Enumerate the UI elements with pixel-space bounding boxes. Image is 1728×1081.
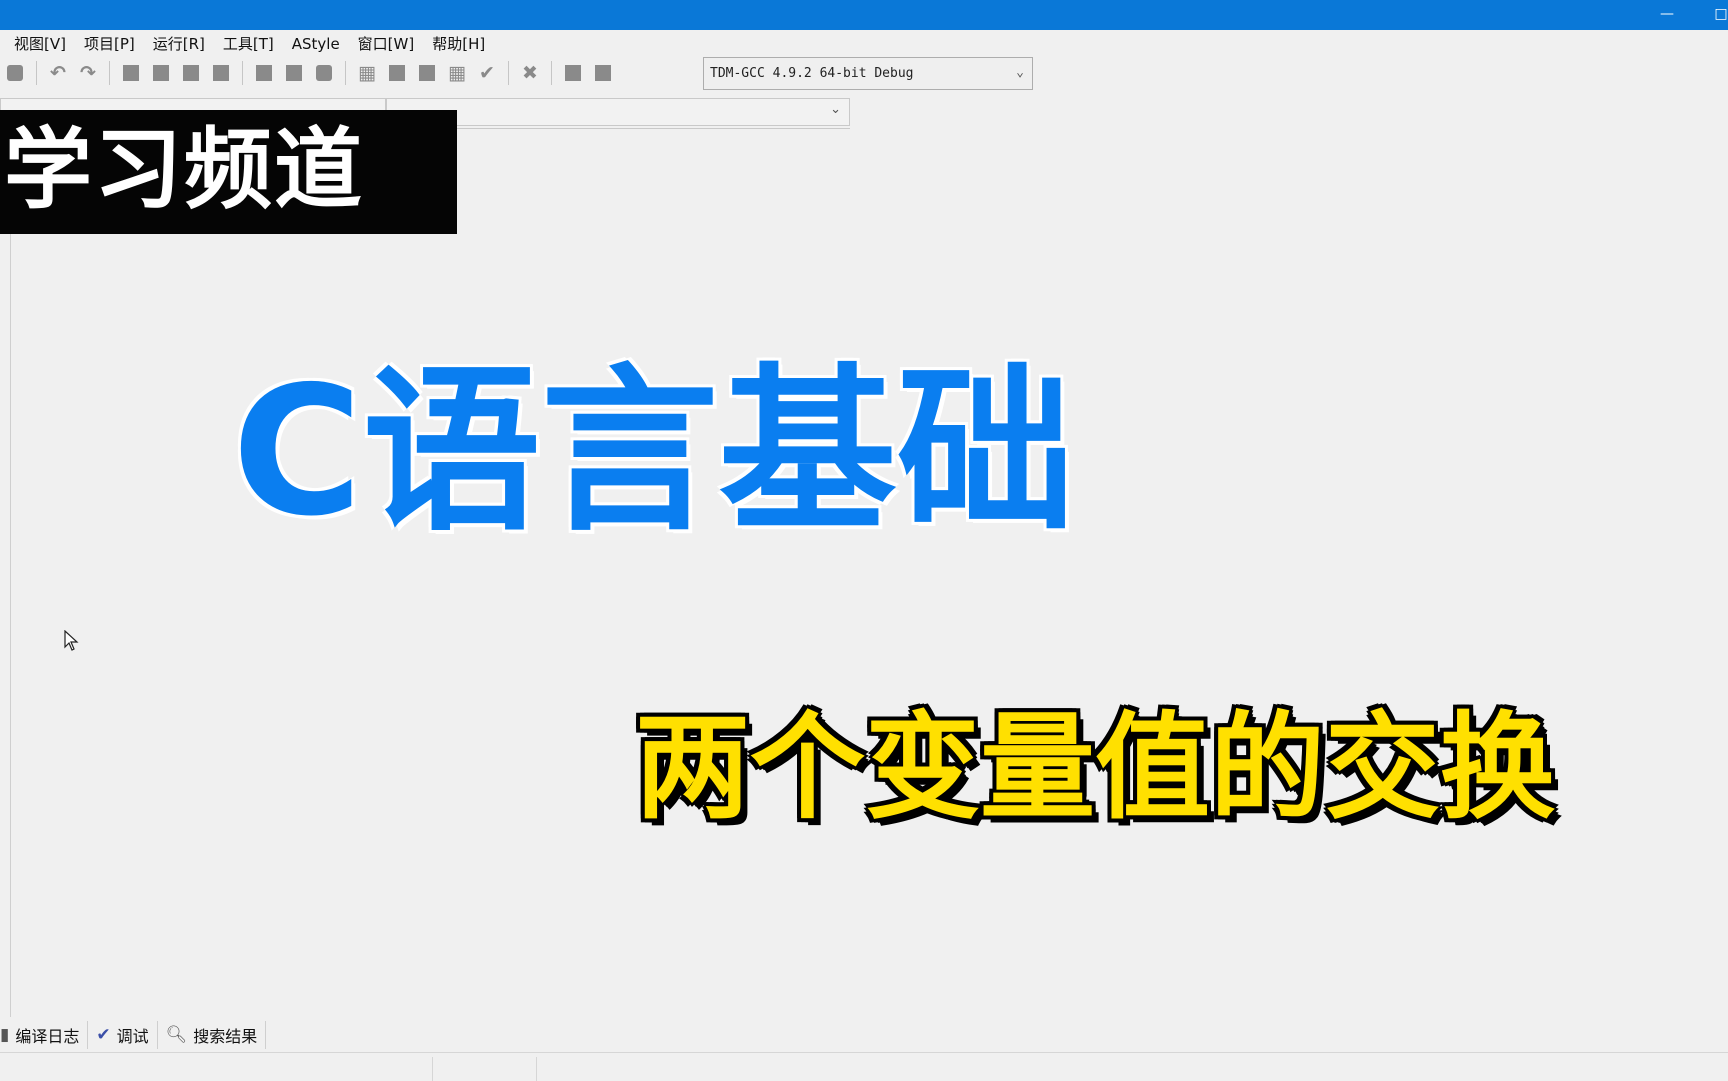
unindent-button[interactable] [253, 62, 275, 84]
channel-badge: 学习频道 [0, 110, 457, 234]
toggle-panel-button[interactable] [180, 62, 202, 84]
chevron-down-icon: ⌄ [1016, 65, 1024, 80]
menu-project[interactable]: 项目[P] [75, 33, 144, 55]
chevron-down-icon: ⌄ [830, 102, 841, 117]
toolbar-separator [242, 61, 243, 85]
left-panel-edge [0, 232, 11, 1017]
rebuild-grid-icon: ▦ [448, 62, 466, 84]
redo-button[interactable]: ↷ [77, 62, 99, 84]
window-titlebar: — □ [0, 0, 1728, 30]
stop-button[interactable]: ✖ [519, 62, 541, 84]
debug-icon [565, 65, 581, 81]
compile-log-icon: ▮ [0, 1025, 10, 1045]
menu-bar: 视图[V] 项目[P] 运行[R] 工具[T] AStyle 窗口[W] 帮助[… [0, 32, 1728, 56]
redo-icon: ↷ [80, 62, 96, 84]
tab-compile-log[interactable]: ▮ 编译日志 [0, 1021, 89, 1049]
status-cell [536, 1057, 537, 1081]
compile-run-button[interactable] [416, 62, 438, 84]
status-cell [432, 1057, 433, 1081]
tab-label: 调试 [116, 1027, 149, 1046]
mouse-cursor-icon [64, 630, 79, 651]
menu-help[interactable]: 帮助[H] [423, 33, 494, 55]
toolbar-separator [551, 61, 552, 85]
overlay-subtitle: 两个变量值的交换 [635, 701, 1556, 835]
fullscreen-icon [213, 65, 229, 81]
unindent-icon [256, 65, 272, 81]
syntax-check-button[interactable]: ✔ [476, 62, 498, 84]
check-icon: ✔ [479, 62, 495, 84]
compiler-select-value: TDM-GCC 4.9.2 64-bit Debug [710, 66, 914, 81]
panel-icon [183, 65, 199, 81]
minimize-button[interactable]: — [1652, 4, 1682, 24]
bottom-panel-tabs: ▮ 编译日志 ✔ 调试 🔍︎ 搜索结果 [0, 1020, 1728, 1050]
overlay-main-title: C语言基础 [232, 348, 1075, 555]
compile-run-icon [419, 65, 435, 81]
tab-search-results[interactable]: 🔍︎ 搜索结果 [158, 1021, 267, 1049]
fullscreen-button[interactable] [210, 62, 232, 84]
tab-label: 搜索结果 [193, 1027, 258, 1046]
menu-astyle[interactable]: AStyle [283, 33, 349, 55]
tab-debug[interactable]: ✔ 调试 [88, 1021, 158, 1049]
debug-button[interactable] [562, 62, 584, 84]
print-icon [7, 65, 23, 81]
channel-badge-text: 学习频道 [4, 118, 365, 221]
bookmark-goto-icon [153, 65, 169, 81]
profile-button[interactable] [592, 62, 614, 84]
compile-grid-icon: ▦ [358, 62, 376, 84]
run-button[interactable] [386, 62, 408, 84]
search-results-icon: 🔍︎ [165, 1025, 188, 1045]
bookmark-icon [123, 65, 139, 81]
close-x-icon: ✖ [522, 62, 538, 84]
indent-icon [286, 65, 302, 81]
rebuild-button[interactable]: ▦ [446, 62, 468, 84]
comment-icon [316, 65, 332, 81]
menu-view[interactable]: 视图[V] [0, 33, 75, 55]
indent-button[interactable] [283, 62, 305, 84]
compiler-select[interactable]: TDM-GCC 4.9.2 64-bit Debug ⌄ [703, 57, 1033, 90]
undo-icon: ↶ [50, 62, 66, 84]
run-icon [389, 65, 405, 81]
bookmark-button[interactable] [120, 62, 142, 84]
debug-check-icon: ✔ [96, 1025, 111, 1045]
comment-button[interactable] [313, 62, 335, 84]
menu-tools[interactable]: 工具[T] [214, 33, 283, 55]
menu-window[interactable]: 窗口[W] [349, 33, 424, 55]
toolbar-separator [345, 61, 346, 85]
toolbar-separator [109, 61, 110, 85]
compile-button[interactable]: ▦ [356, 62, 378, 84]
maximize-button[interactable]: □ [1714, 4, 1728, 24]
undo-button[interactable]: ↶ [47, 62, 69, 84]
toolbar-separator [508, 61, 509, 85]
print-button[interactable] [4, 62, 26, 84]
menu-run[interactable]: 运行[R] [144, 33, 214, 55]
toolbar-separator [36, 61, 37, 85]
profile-icon [595, 65, 611, 81]
tab-label: 编译日志 [15, 1027, 80, 1046]
bookmark-goto-button[interactable] [150, 62, 172, 84]
status-bar [0, 1052, 1728, 1081]
